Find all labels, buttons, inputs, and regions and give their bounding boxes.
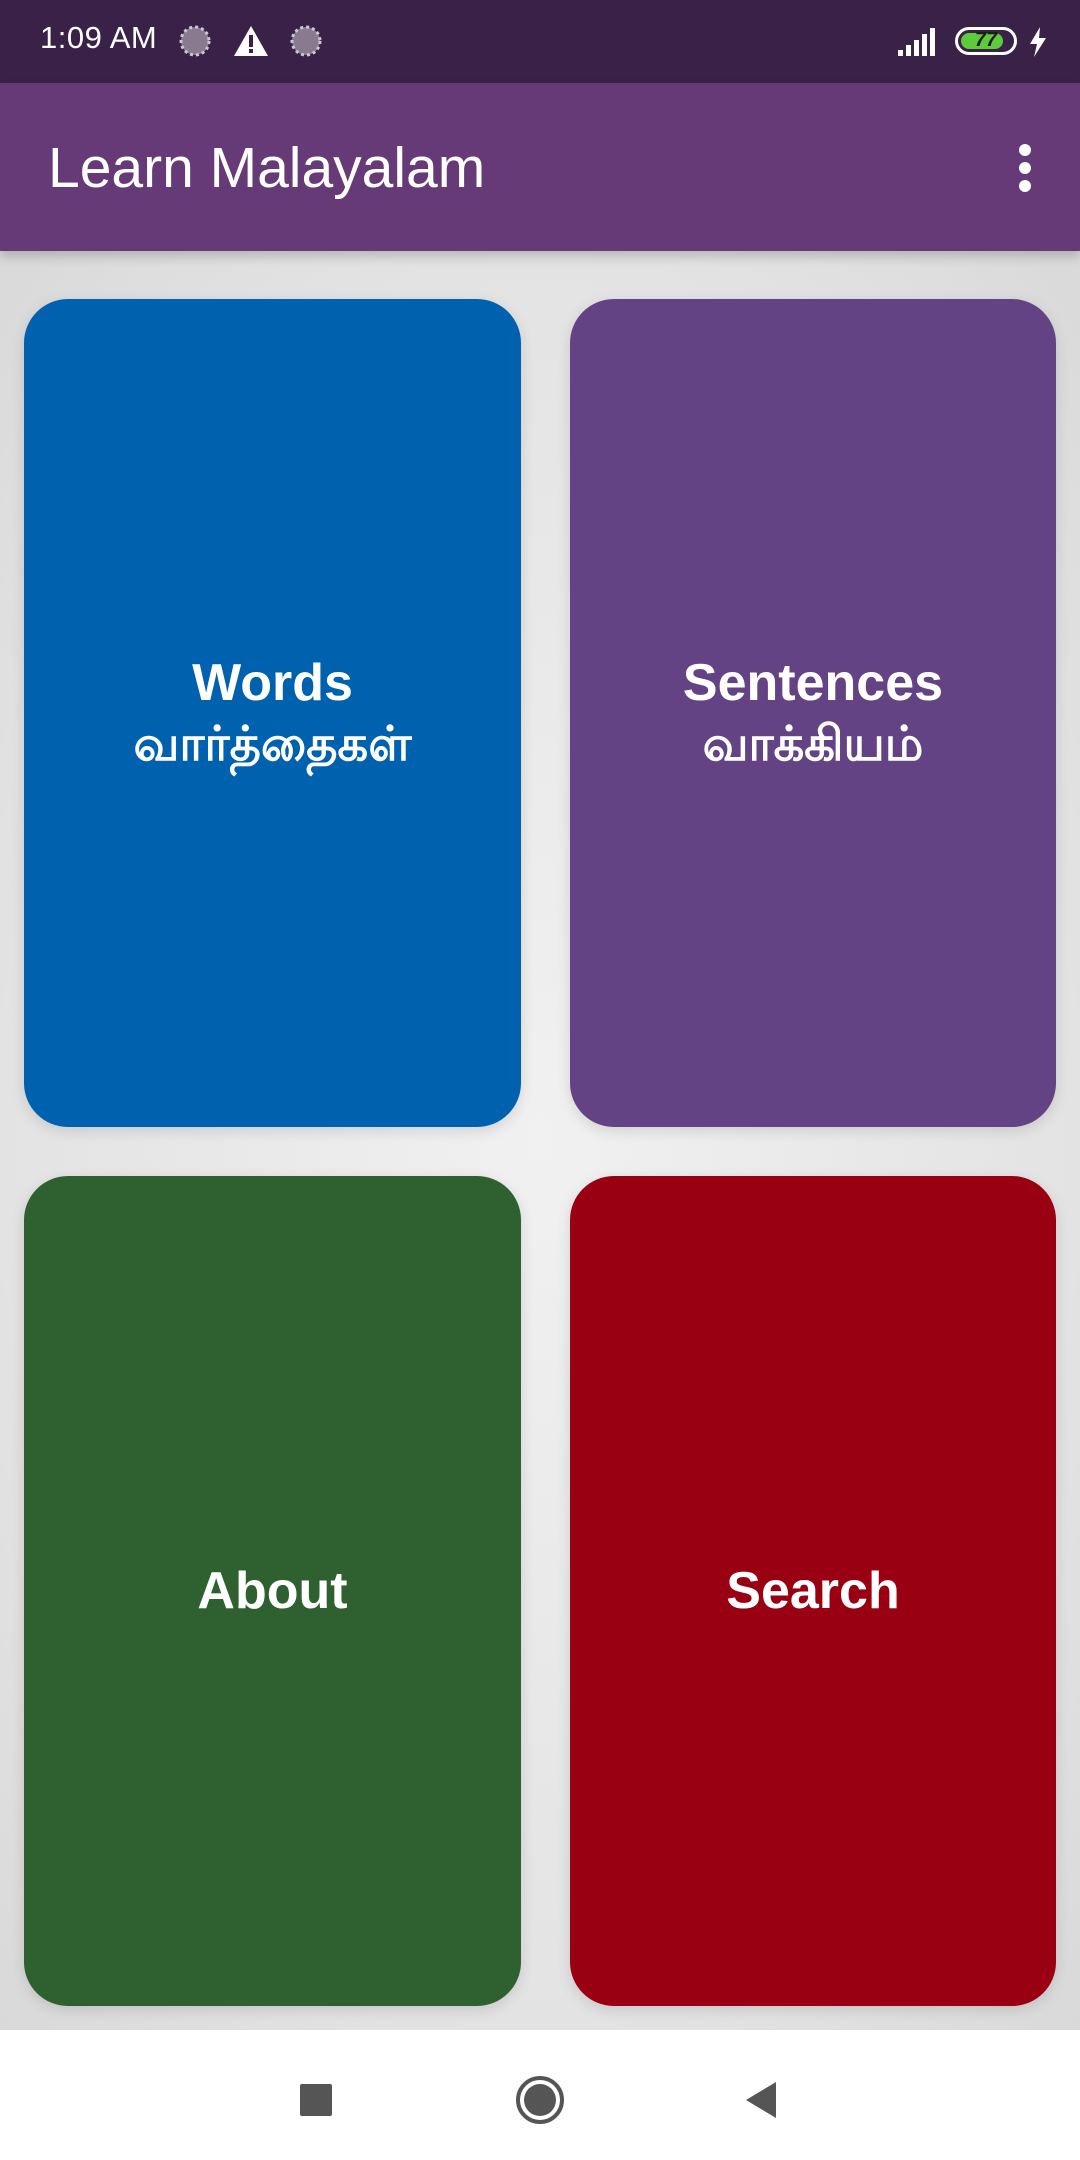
home-button[interactable]: [510, 2070, 570, 2130]
more-vert-icon: [1019, 144, 1031, 192]
circle-icon: [516, 2076, 564, 2124]
main-content: Words வார்த்தைகள் Sentences வாக்கியம் Ab…: [0, 251, 1080, 2030]
status-bar: 1:09 AM 77: [0, 0, 1080, 83]
sentences-subtitle: வாக்கியம்: [702, 716, 924, 772]
words-tile[interactable]: Words வார்த்தைகள்: [24, 299, 521, 1127]
triangle-back-icon: [746, 2082, 776, 2118]
app-title: Learn Malayalam: [48, 136, 486, 200]
app-bar: Learn Malayalam: [0, 83, 1080, 251]
about-title: About: [197, 1562, 348, 1620]
about-tile[interactable]: About: [24, 1176, 521, 2006]
navigation-bar: [0, 2030, 1080, 2160]
words-subtitle: வார்த்தைகள்: [133, 716, 412, 772]
charging-icon: [1030, 27, 1046, 57]
signal-icon: [898, 28, 935, 56]
more-options-button[interactable]: [980, 128, 1050, 208]
sentences-tile[interactable]: Sentences வாக்கியம்: [570, 299, 1056, 1127]
search-title: Search: [726, 1562, 900, 1620]
back-button[interactable]: [732, 2070, 792, 2130]
loading-circle-icon: [179, 25, 211, 57]
sentences-title: Sentences: [682, 654, 944, 712]
status-time: 1:09 AM: [40, 20, 158, 55]
battery-icon: 77: [955, 27, 1017, 55]
search-tile[interactable]: Search: [570, 1176, 1056, 2006]
warning-icon: [234, 26, 268, 56]
battery-level: 77: [974, 29, 998, 51]
loading-circle-icon: [290, 25, 322, 57]
square-icon: [300, 2084, 332, 2116]
words-title: Words: [192, 654, 353, 712]
recents-button[interactable]: [286, 2070, 346, 2130]
